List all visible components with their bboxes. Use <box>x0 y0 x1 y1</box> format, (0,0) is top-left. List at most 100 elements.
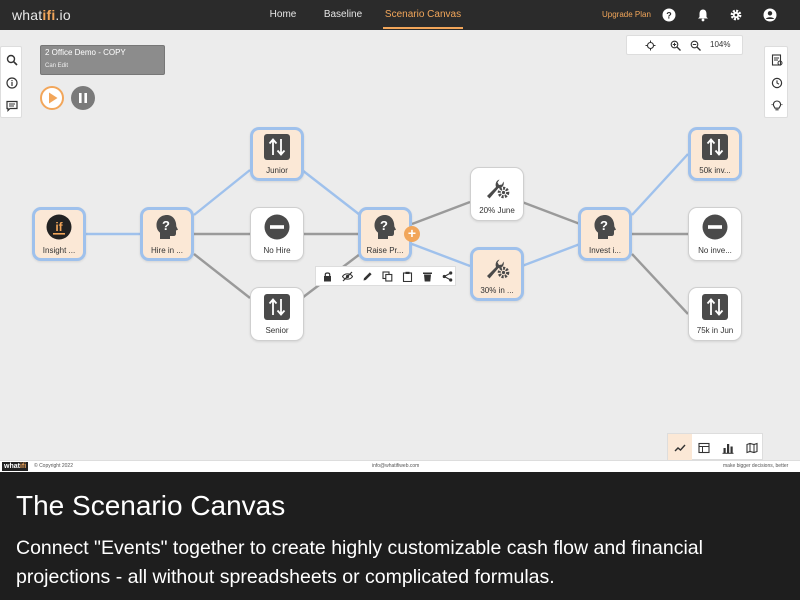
svg-text:if: if <box>55 220 63 234</box>
node-label: Insight ... <box>42 246 76 255</box>
add-event-button[interactable]: + <box>404 226 420 242</box>
event-node[interactable]: No Hire <box>250 207 304 261</box>
comment-icon[interactable] <box>6 100 18 112</box>
zoom-level: 104% <box>710 40 731 49</box>
question-head-icon: ? <box>374 215 396 239</box>
event-node[interactable]: if Insight ... <box>32 207 86 261</box>
view-bar-chart[interactable] <box>716 434 740 461</box>
edge-raise-20june <box>411 200 471 226</box>
view-line-chart[interactable] <box>668 434 692 461</box>
copy-icon[interactable] <box>382 271 393 282</box>
edge-30in-invest <box>521 242 581 268</box>
footer-logo: whatifi <box>2 462 29 471</box>
edge-hire-junior <box>193 169 251 216</box>
svg-text:?: ? <box>162 218 170 233</box>
scenario-name: 2 Office Demo - COPY <box>45 48 126 57</box>
play-icon <box>49 92 58 104</box>
event-node[interactable]: 50k inv... <box>688 127 742 181</box>
help-icon[interactable]: ? <box>662 8 676 22</box>
info-icon[interactable] <box>6 77 18 89</box>
question-head-icon: ? <box>594 215 616 239</box>
edge-20june-invest <box>521 200 581 226</box>
edge-invest-50k <box>631 153 689 216</box>
view-switcher <box>667 433 764 461</box>
brand-logo[interactable]: whatifi.io <box>12 7 71 23</box>
event-node[interactable]: Junior <box>250 127 304 181</box>
edge-hire-senior <box>193 253 251 299</box>
minus-circle-icon <box>264 214 290 240</box>
edge-invest-75k <box>631 253 689 315</box>
delete-icon[interactable] <box>422 271 433 282</box>
view-table[interactable] <box>692 434 716 461</box>
top-nav-bar: whatifi.io Home Baseline Scenario Canvas… <box>0 0 800 30</box>
minus-circle-icon <box>702 214 728 240</box>
map-icon <box>746 442 758 454</box>
table-icon <box>698 442 710 454</box>
node-label: Senior <box>265 326 289 335</box>
up-down-arrows-icon <box>702 294 728 320</box>
zoom-in-icon[interactable] <box>670 40 681 51</box>
bar-chart-icon <box>722 444 734 454</box>
event-node[interactable]: 30% in ... <box>470 247 524 301</box>
node-label: No inve... <box>698 246 732 255</box>
nav-baseline[interactable]: Baseline <box>320 0 366 30</box>
pause-icon <box>79 93 87 103</box>
app-footer: whatifi © Copyright 2022 info@whatifiweb… <box>0 460 800 472</box>
node-label: Hire in ... <box>150 246 183 255</box>
bell-icon[interactable] <box>696 8 710 22</box>
svg-text:?: ? <box>380 218 388 233</box>
node-label: Junior <box>266 166 288 175</box>
caption-title: The Scenario Canvas <box>16 490 286 521</box>
gear-icon[interactable] <box>729 8 743 22</box>
history-icon[interactable] <box>771 77 783 89</box>
up-down-arrows-icon <box>702 134 728 160</box>
event-node[interactable]: ? Hire in ... <box>140 207 194 261</box>
node-label: Raise Pr... <box>366 246 404 255</box>
hide-icon[interactable] <box>342 271 353 282</box>
edit-icon[interactable] <box>362 271 373 282</box>
node-label: 20% June <box>479 206 515 215</box>
svg-text:?: ? <box>600 218 608 233</box>
node-label: 75k in Jun <box>696 326 734 335</box>
event-node[interactable]: No inve... <box>688 207 742 261</box>
event-node[interactable]: ? Invest i... <box>578 207 632 261</box>
node-label: Invest i... <box>588 246 621 255</box>
caption-text: Connect "Events" together to create high… <box>16 537 703 588</box>
svg-text:?: ? <box>666 11 672 21</box>
left-tool-panel <box>0 46 22 118</box>
copyright-text: © Copyright 2022 <box>34 463 73 469</box>
up-down-arrows-icon <box>264 294 290 320</box>
report-icon[interactable] <box>771 54 783 66</box>
edge-junior-raise <box>301 169 361 216</box>
app-screen: whatifi.io Home Baseline Scenario Canvas… <box>0 0 800 600</box>
event-node[interactable]: 75k in Jun <box>688 287 742 341</box>
contact-email[interactable]: info@whatifiweb.com <box>372 463 419 469</box>
nav-scenario-canvas[interactable]: Scenario Canvas <box>383 0 463 30</box>
account-icon[interactable] <box>763 8 777 22</box>
lightbulb-icon[interactable] <box>771 100 783 112</box>
scenario-canvas[interactable]: 2 Office Demo - COPY Can Edit 104% if In… <box>0 30 800 461</box>
nav-home[interactable]: Home <box>262 0 304 30</box>
wrench-gear-icon <box>487 179 510 199</box>
zoom-out-icon[interactable] <box>690 40 701 51</box>
pause-button[interactable] <box>71 86 95 110</box>
event-node[interactable]: Senior <box>250 287 304 341</box>
edge-raise-30in <box>411 242 471 268</box>
node-label: 50k inv... <box>699 166 731 175</box>
if-logo-icon: if <box>46 214 72 240</box>
upgrade-plan-link[interactable]: Upgrade Plan <box>602 0 651 30</box>
share-icon[interactable] <box>442 271 453 282</box>
line-chart-icon <box>674 444 686 452</box>
paste-icon[interactable] <box>402 271 413 282</box>
view-map[interactable] <box>740 434 764 461</box>
scenario-title-box[interactable]: 2 Office Demo - COPY Can Edit <box>40 45 165 75</box>
event-node[interactable]: 20% June <box>470 167 524 221</box>
right-tool-panel <box>764 46 788 118</box>
lock-icon[interactable] <box>322 271 333 282</box>
search-icon[interactable] <box>6 54 18 66</box>
node-edit-toolbar <box>315 266 456 286</box>
crosshair-icon[interactable] <box>645 40 656 51</box>
node-label: No Hire <box>263 246 291 255</box>
question-head-icon: ? <box>156 215 178 239</box>
play-button[interactable] <box>40 86 64 110</box>
